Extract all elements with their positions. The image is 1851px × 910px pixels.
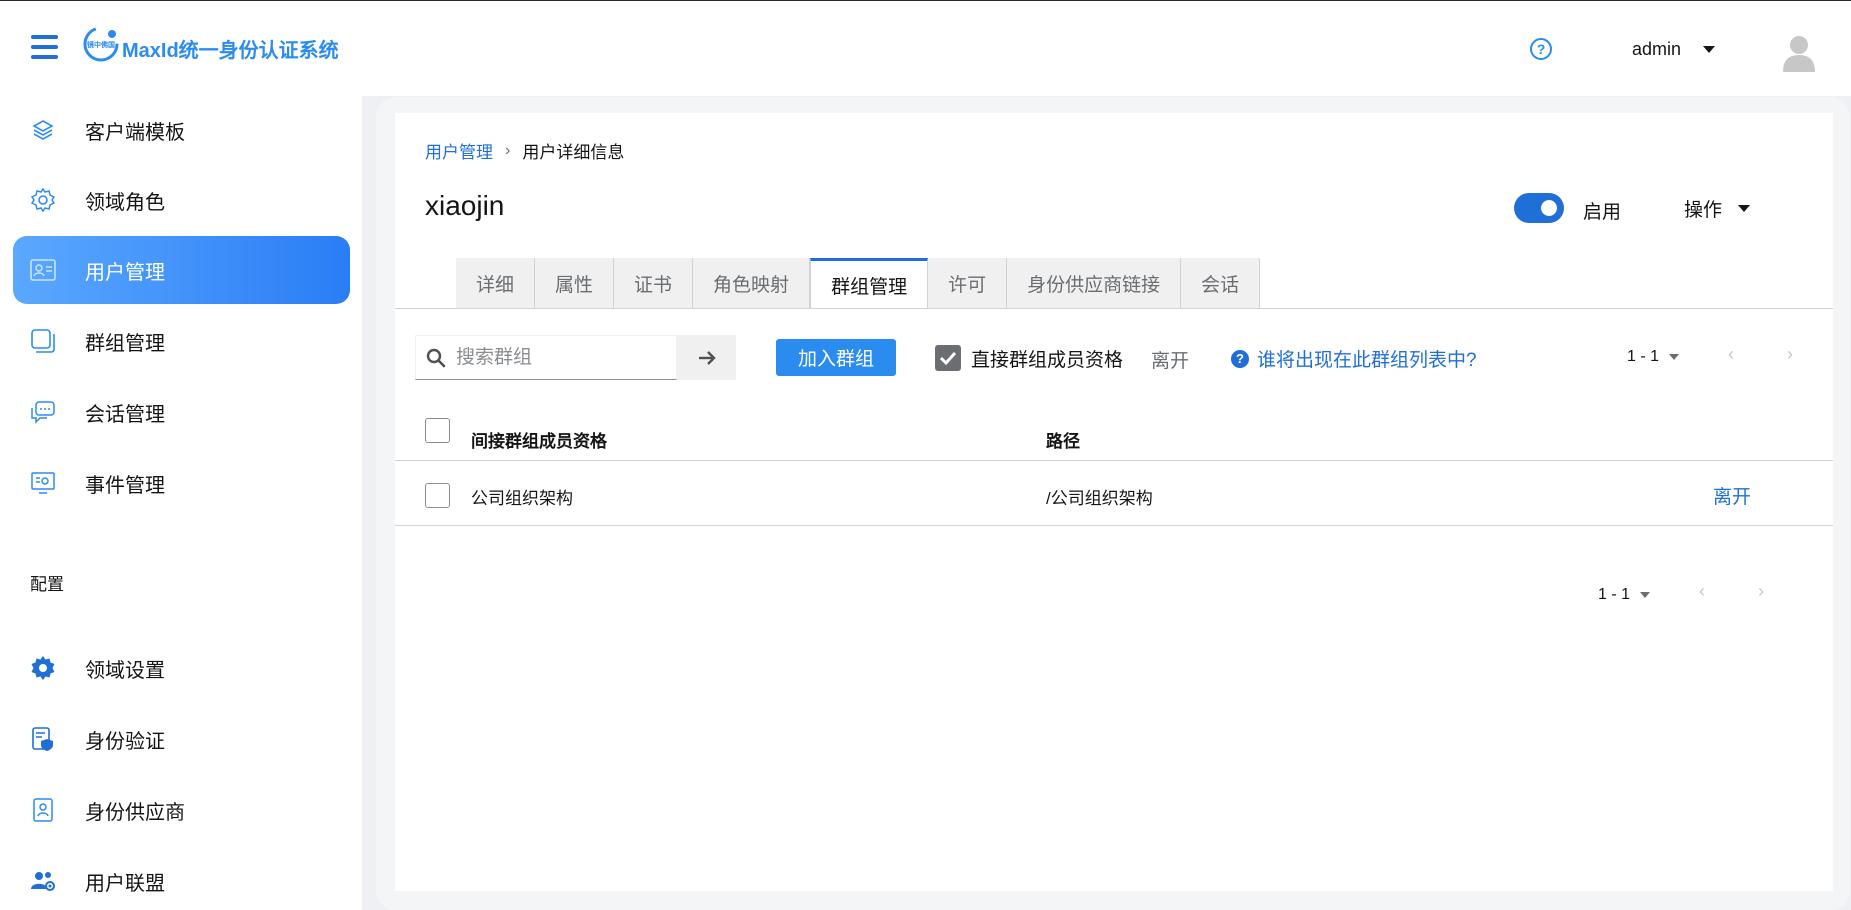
membership-help-text: 谁将出现在此群组列表中?: [1257, 350, 1477, 371]
gear-filled-icon: [30, 655, 56, 681]
sidebar-item-label: 身份供应商: [85, 801, 185, 824]
column-header-indirect-membership: 间接群组成员资格: [471, 432, 607, 451]
tab-sessions[interactable]: 会话: [1181, 258, 1261, 309]
sidebar-item-users[interactable]: 用户管理: [13, 236, 350, 304]
leave-button[interactable]: 离开: [1151, 346, 1189, 373]
caret-down-icon: [1669, 354, 1680, 360]
footer-pagination-toggle[interactable]: 1 - 1: [1598, 586, 1651, 604]
breadcrumb-current: 用户详细信息: [522, 143, 625, 162]
sidebar-item-client-templates[interactable]: 客户端模板: [13, 96, 350, 164]
page-title: xiaojin: [425, 190, 505, 221]
row-leave-link[interactable]: 离开: [1713, 482, 1751, 509]
caret-down-icon: [1738, 205, 1751, 212]
sidebar-item-realm-settings[interactable]: 领域设置: [13, 634, 350, 702]
tab-role-mapping[interactable]: 角色映射: [693, 258, 811, 309]
join-group-button[interactable]: 加入群组: [776, 339, 896, 376]
search-icon: [426, 348, 446, 367]
footer-previous-page-button[interactable]: ‹: [1699, 581, 1705, 602]
caret-down-icon: [1703, 46, 1716, 53]
tab-identity-provider-links[interactable]: 身份供应商链接: [1007, 258, 1182, 309]
chevron-right-icon: ›: [505, 141, 511, 159]
sidebar-item-label: 用户联盟: [85, 872, 165, 895]
search-submit-button[interactable]: [677, 335, 736, 380]
sidebar-item-sessions[interactable]: 会话管理: [13, 378, 350, 446]
tab-consents[interactable]: 许可: [928, 258, 1008, 309]
footer-pagination-text: 1 - 1: [1598, 586, 1631, 603]
tab-details[interactable]: 详细: [456, 258, 536, 309]
sidebar-item-user-federation[interactable]: 用户联盟: [13, 847, 350, 910]
shield-doc-icon: [30, 726, 56, 752]
chat-icon: [30, 399, 56, 425]
tab-groups[interactable]: 群组管理: [810, 258, 929, 309]
hamburger-menu-icon[interactable]: [31, 35, 58, 59]
sidebar-item-label: 身份验证: [85, 730, 165, 753]
sidebar: 客户端模板 领域角色 用户管理 群组管理 会话管理 事件管理 配置 领域设置 身…: [0, 96, 362, 910]
pagination-toggle[interactable]: 1 - 1: [1627, 348, 1680, 366]
question-circle-icon: ?: [1231, 349, 1249, 368]
previous-page-button[interactable]: ‹: [1728, 344, 1734, 365]
id-badge-icon: [30, 797, 56, 823]
check-icon: [939, 351, 957, 366]
search-input[interactable]: [456, 346, 656, 369]
event-monitor-icon: [30, 470, 56, 496]
sidebar-item-label: 领域角色: [85, 191, 165, 214]
tab-attributes[interactable]: 属性: [535, 258, 615, 309]
sidebar-item-identity-providers[interactable]: 身份供应商: [13, 776, 350, 844]
help-icon[interactable]: ?: [1530, 38, 1552, 60]
row-group-name: 公司组织架构: [471, 489, 573, 508]
sidebar-item-label: 事件管理: [85, 474, 165, 497]
actions-label: 操作: [1684, 200, 1723, 221]
enabled-toggle[interactable]: [1514, 193, 1564, 223]
sidebar-item-label: 群组管理: [85, 332, 165, 355]
tabs-divider: [395, 308, 1833, 309]
username-label: admin: [1632, 39, 1682, 59]
sidebar-item-label: 客户端模板: [85, 121, 185, 144]
sidebar-section-title: 配置: [30, 575, 64, 594]
users-federation-icon: [30, 868, 56, 894]
brand-logo-icon: 镜中佛国: [83, 26, 119, 62]
next-page-button[interactable]: ›: [1787, 344, 1793, 365]
select-all-checkbox[interactable]: [425, 418, 450, 443]
svg-text:镜中佛国: 镜中佛国: [87, 40, 115, 49]
row-checkbox[interactable]: [425, 483, 450, 508]
tab-bar: 详细 属性 证书 角色映射 群组管理 许可 身份供应商链接 会话: [456, 258, 1261, 309]
user-menu[interactable]: admin: [1632, 39, 1716, 60]
sidebar-item-label: 会话管理: [85, 403, 165, 426]
top-header: 镜中佛国 MaxId统一身份认证系统 ? admin: [0, 1, 1851, 96]
membership-help-link[interactable]: ? 谁将出现在此群组列表中?: [1231, 345, 1477, 372]
tab-credentials[interactable]: 证书: [614, 258, 694, 309]
direct-membership-label: 直接群组成员资格: [971, 350, 1124, 371]
gear-outline-icon: [30, 187, 56, 213]
layers-icon: [30, 117, 56, 143]
group-square-icon: [30, 328, 56, 354]
breadcrumb-link-users[interactable]: 用户管理: [425, 138, 493, 163]
table-row-divider: [395, 525, 1833, 526]
sidebar-item-label: 领域设置: [85, 659, 165, 682]
row-group-path: /公司组织架构: [1046, 489, 1153, 508]
footer-next-page-button[interactable]: ›: [1758, 581, 1764, 602]
actions-dropdown[interactable]: 操作: [1684, 195, 1751, 222]
caret-down-icon: [1640, 592, 1651, 598]
sidebar-item-groups[interactable]: 群组管理: [13, 307, 350, 375]
enabled-label: 启用: [1583, 202, 1622, 223]
search-field: [415, 335, 677, 380]
sidebar-item-label: 用户管理: [85, 261, 165, 284]
direct-membership-checkbox[interactable]: [935, 345, 961, 371]
sidebar-item-realm-roles[interactable]: 领域角色: [13, 166, 350, 234]
breadcrumb: 用户管理 › 用户详细信息: [425, 138, 624, 163]
sidebar-item-authentication[interactable]: 身份验证: [13, 705, 350, 773]
sidebar-item-events[interactable]: 事件管理: [13, 449, 350, 517]
avatar-icon[interactable]: [1782, 34, 1816, 72]
arrow-right-icon: [698, 350, 716, 365]
pagination-text: 1 - 1: [1627, 348, 1660, 365]
column-header-path: 路径: [1046, 432, 1080, 451]
brand-title: MaxId统一身份认证系统: [122, 40, 339, 62]
user-card-icon: [30, 257, 56, 283]
table-header-divider: [395, 460, 1833, 461]
